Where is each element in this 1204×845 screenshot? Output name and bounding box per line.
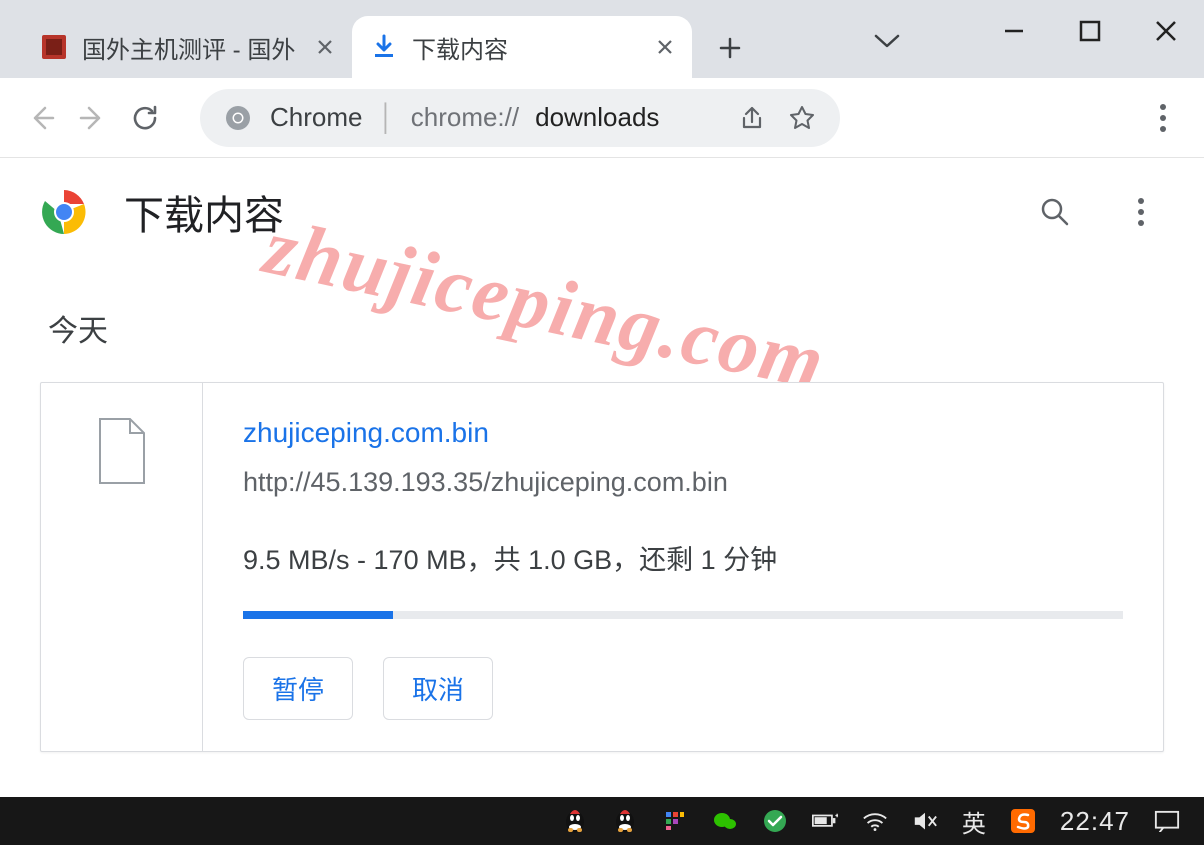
battery-icon[interactable] (812, 808, 838, 834)
status-ok-icon[interactable] (762, 808, 788, 834)
omnibox-scheme: chrome:// (411, 102, 519, 133)
downloads-header: 下载内容 (0, 158, 1204, 266)
notifications-icon[interactable] (1154, 808, 1180, 834)
forward-button[interactable] (70, 95, 116, 141)
tab-title: 下载内容 (412, 30, 508, 65)
taskbar: 英 22:47 (0, 797, 1204, 845)
new-tab-button[interactable] (704, 22, 756, 74)
tab-title: 国外主机测评 - 国外 (82, 30, 295, 65)
pause-button[interactable]: 暂停 (243, 657, 353, 720)
omnibox-chip: Chrome (270, 102, 362, 133)
close-icon[interactable] (656, 38, 674, 56)
download-source-url: http://45.139.193.35/zhujiceping.com.bin (243, 467, 1123, 498)
chrome-logo-icon (40, 188, 88, 236)
maximize-button[interactable] (1052, 0, 1128, 62)
download-icon (370, 33, 398, 61)
omnibox-text: Chrome │ chrome:// downloads (270, 102, 659, 133)
page-menu-button[interactable] (1118, 189, 1164, 235)
tab-search-chevron[interactable] (870, 24, 904, 58)
download-progress-track (243, 611, 1123, 619)
volume-mute-icon[interactable] (912, 808, 938, 834)
qq-icon[interactable] (562, 808, 588, 834)
omnibox-host: downloads (535, 102, 659, 133)
close-window-button[interactable] (1128, 0, 1204, 62)
site-favicon (40, 33, 68, 61)
qq-icon-2[interactable] (612, 808, 638, 834)
taskbar-clock[interactable]: 22:47 (1060, 806, 1130, 837)
minimize-button[interactable] (976, 0, 1052, 62)
reload-button[interactable] (122, 95, 168, 141)
back-button[interactable] (18, 95, 64, 141)
tab-inactive-1[interactable]: 国外主机测评 - 国外 (22, 16, 352, 78)
bookmark-star-icon[interactable] (788, 104, 816, 132)
ime-indicator[interactable]: 英 (962, 804, 986, 839)
page-title: 下载内容 (124, 183, 284, 241)
cancel-button[interactable]: 取消 (383, 657, 493, 720)
search-button[interactable] (1032, 189, 1078, 235)
window-controls (976, 0, 1204, 62)
wechat-icon[interactable] (712, 808, 738, 834)
address-bar[interactable]: Chrome │ chrome:// downloads (200, 89, 840, 147)
omnibox-separator: │ (378, 102, 394, 133)
wifi-icon[interactable] (862, 808, 888, 834)
sogou-ime-icon[interactable] (1010, 808, 1036, 834)
close-icon[interactable] (316, 38, 334, 56)
downloads-content: 今天 zhujiceping.com.bin http://45.139.193… (0, 266, 1204, 752)
tray-app-icon[interactable] (662, 808, 688, 834)
file-icon (96, 417, 148, 485)
chrome-chip-icon (224, 104, 252, 132)
browser-menu-button[interactable] (1140, 95, 1186, 141)
download-progress-bar (243, 611, 393, 619)
share-icon[interactable] (738, 104, 766, 132)
download-item-icon-pane (41, 383, 203, 751)
download-filename[interactable]: zhujiceping.com.bin (243, 417, 1123, 449)
browser-toolbar: Chrome │ chrome:// downloads (0, 78, 1204, 158)
tab-active[interactable]: 下载内容 (352, 16, 692, 78)
date-section-label: 今天 (48, 306, 1164, 350)
download-item: zhujiceping.com.bin http://45.139.193.35… (40, 382, 1164, 752)
download-status: 9.5 MB/s - 170 MB，共 1.0 GB，还剩 1 分钟 (243, 538, 1123, 577)
